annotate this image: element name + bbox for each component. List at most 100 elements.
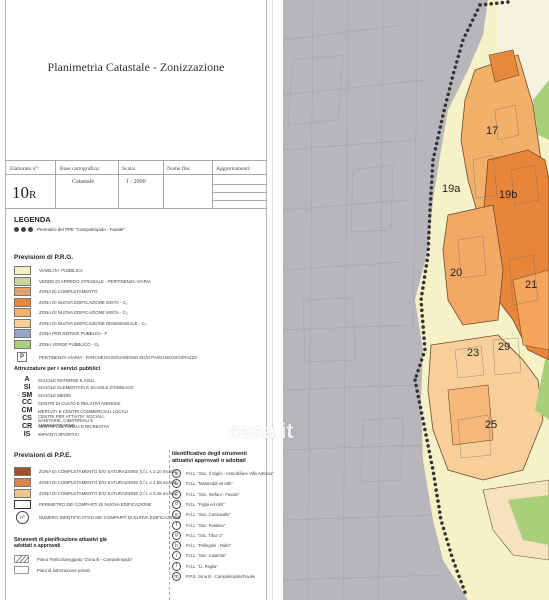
perimeter-legend: Perimetro del PPE "Campolimpido - Favale… xyxy=(14,227,125,232)
services-title: Attrezzature per i servizi pubblici xyxy=(14,366,101,372)
header-divider xyxy=(163,160,164,208)
comparto-label: 29 xyxy=(498,341,510,353)
color-swatch xyxy=(14,287,31,296)
service-code: CM xyxy=(21,407,33,415)
pel-legend-row: a P.d.L. "Soc. Il Giglio - Immobiliare Vi… xyxy=(172,469,274,478)
house-icon xyxy=(207,425,223,439)
service-code: CR xyxy=(21,422,33,430)
ppe-title: Previsioni di P.P.E. xyxy=(14,452,72,459)
color-swatch xyxy=(14,266,31,275)
service-label: SCUOLE ELEMENTARI E SCUOLE D'OBBLIGO xyxy=(38,385,134,391)
pel-letter-icon: l xyxy=(172,561,181,571)
pel-legend-row: d P.d.L. "Figlia ed Altri" xyxy=(172,499,225,509)
header-divider xyxy=(55,160,56,208)
color-swatch xyxy=(14,276,31,286)
legend-sheet: Planimetria Catastale - Zonizzazione Ela… xyxy=(0,0,283,600)
service-label: CENTRI CULTURALI E RICREATIVI xyxy=(38,424,110,430)
pel-letter-icon: f xyxy=(172,520,181,530)
service-code: SM xyxy=(21,391,33,399)
color-swatch xyxy=(14,339,31,349)
ppe-legend-row: ZONA DI COMPLETAMENTO E/O SATURAZIONE (I… xyxy=(14,478,178,487)
zone-c2 xyxy=(442,204,504,326)
pel-letter-icon: e xyxy=(172,510,181,520)
color-swatch xyxy=(14,297,31,307)
prg-legend-row: ZONA DI NUOVA EDIFICAZIONE MISTA - C₂ xyxy=(14,308,128,317)
pel-letter-icon: d xyxy=(172,499,181,509)
comparto-label: 19a xyxy=(442,183,461,195)
header-rule-top xyxy=(6,160,266,161)
update-rule xyxy=(212,184,266,185)
elaborato-label: Elaborato n°: xyxy=(10,166,40,172)
comparto-label: 19b xyxy=(499,189,517,201)
pel-letter-icon: b xyxy=(172,479,181,489)
service-code: CC xyxy=(21,399,33,407)
pel-legend-row: m P.P.E. zona B - Campolimpido/Favale xyxy=(172,572,255,581)
color-swatch xyxy=(14,500,31,509)
service-code: CS xyxy=(22,415,32,422)
ppe-legend-row: ZONA DI COMPLETAMENTO E/O SATURAZIONE (I… xyxy=(14,467,178,476)
update-rule xyxy=(212,200,266,201)
prg-legend-row: VERDE DI ARREDO STRADALE - PERTINENZA VI… xyxy=(14,276,151,286)
service-label: SCUOLE MATERNE E ASILI xyxy=(38,377,95,383)
update-rule xyxy=(212,192,266,193)
pel-legend-row: g P.d.L. "Soc. Tibur 2" xyxy=(172,530,223,540)
pel-legend-row: e P.d.L. "Soc. Carciavallo" xyxy=(172,510,231,520)
parking-icon: P xyxy=(17,352,27,362)
header-rule-mid xyxy=(6,174,266,175)
sheet-border-right xyxy=(266,0,267,600)
perimeter-dots-icon xyxy=(14,227,33,232)
header-divider xyxy=(118,160,119,208)
service-label: MERCATI E CENTRI COMMERCIALI LOCALI xyxy=(38,408,129,414)
prg-title: Previsioni di P.R.G. xyxy=(14,254,74,261)
legend-title: LEGENDA xyxy=(14,215,51,224)
comparto-label: 20 xyxy=(450,267,462,279)
sheet-code: 10R xyxy=(12,183,37,202)
pel-legend-row: h P.d.L. "Pellegrini - Rullo" xyxy=(172,541,231,551)
color-swatch xyxy=(14,318,31,328)
pel-letter-icon: i xyxy=(172,551,181,561)
pel-letter-icon: a xyxy=(172,469,181,478)
comparto-number-icon: n° xyxy=(16,511,29,524)
comparto-label: 17 xyxy=(486,125,498,137)
pel-legend-row: l P.d.L. "Li. Paglia" xyxy=(172,561,218,571)
watermark: casa.it xyxy=(206,420,293,444)
service-code: SI xyxy=(23,383,31,391)
header-rule-bottom xyxy=(6,208,266,209)
scale-value: 1 : 2000 xyxy=(126,179,146,185)
pel-legend-row: i P.d.L. "Soc. Calamite" xyxy=(172,551,227,561)
service-code: A xyxy=(24,376,30,383)
color-swatch xyxy=(14,467,31,476)
update-label: Aggiornamenti: xyxy=(216,166,251,172)
pel-legend-row: f P.d.L. "Soc. Palatina" xyxy=(172,520,225,530)
prg-legend-row: VIABILITA' PUBBLICA xyxy=(14,266,83,275)
zone-c2 xyxy=(447,384,494,446)
prg-legend-row: ZONA B) COMPLETAMENTO xyxy=(14,287,97,296)
cadastral-map: 17 19a 19b 20 21 23 29 25 xyxy=(283,0,549,600)
strumento-row: Piano Particolareggiato "Zona B - Campol… xyxy=(14,555,133,563)
comparto-row: n° NUMERO IDENTIFICATIVO DEI COMPARTI DI… xyxy=(14,511,180,524)
document-title: Planimetria Catastale - Zonizzazione xyxy=(47,60,225,74)
color-swatch xyxy=(14,478,31,487)
prg-legend-row: ZONA DI NUOVA EDIFICAZIONE RESIDENZIALE … xyxy=(14,318,147,328)
base-value: Catastale xyxy=(72,179,94,185)
comparto-label: 23 xyxy=(467,347,479,359)
color-swatch xyxy=(14,308,31,317)
pel-legend-row: b P.d.L. "Mastroddi ed altri" xyxy=(172,479,233,489)
base-label: Base cartografica: xyxy=(60,166,100,172)
ppe-legend-row: PERIMETRO DEI COMPARTI DI NUOVA EDIFICAZ… xyxy=(14,500,151,509)
pel-letter-icon: h xyxy=(172,541,181,551)
pel-title: Identificativo degli strumenti attuativi… xyxy=(172,451,247,464)
pel-letter-icon: m xyxy=(172,572,181,581)
sheet-border-outer xyxy=(272,0,273,600)
prg-legend-row: ZONA DI NUOVA EDIFICAZIONE MISTA - C₁ xyxy=(14,297,127,307)
hatch-icon xyxy=(14,555,29,563)
pel-letter-icon: c xyxy=(172,489,181,499)
service-code: IS xyxy=(23,430,31,438)
comparto-label: 21 xyxy=(525,279,537,291)
hatch-icon xyxy=(14,566,29,574)
service-label: CENTRI DI CULTO E RELATIVI ANNESSI xyxy=(38,400,121,406)
strumento-row: Piani di lottizzazione privati xyxy=(14,566,90,574)
comparto-label: 25 xyxy=(485,419,497,431)
service-label: SCUOLE MEDIE xyxy=(38,393,72,399)
pel-legend-row: c P.d.L. "Soc. Stefani - Favale" xyxy=(172,489,239,499)
